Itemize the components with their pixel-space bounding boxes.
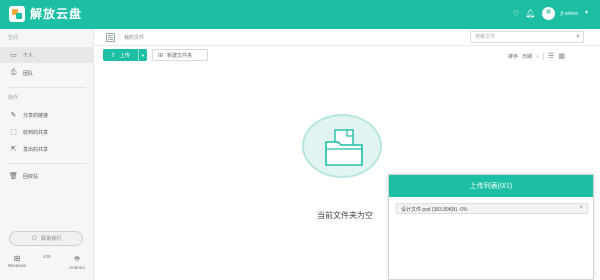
chevron-down-icon[interactable]: ▼ bbox=[584, 7, 589, 20]
folder-icon bbox=[325, 129, 363, 166]
contact-us-button[interactable]: 💬︎ 联系我们 bbox=[9, 231, 83, 246]
upload-list-title[interactable]: 上传列表(0/1) bbox=[389, 175, 593, 197]
sidebar: 空间 ▭ 个人 ⎙ 团队 操作 ✎ 分享的链接 ⬚ 收到的共享 ⇱ 发出的共享 … bbox=[0, 29, 94, 280]
sidebar-item-received-shares[interactable]: ⬚ 收到的共享 bbox=[0, 124, 94, 140]
sort-controls: 排序 日期 ↓ ☰ ▦ bbox=[508, 52, 565, 60]
upload-item-name: 设计文件.psd (383.89KB) -0% bbox=[401, 207, 468, 213]
sidebar-item-sent-shares[interactable]: ⇱ 发出的共享 bbox=[0, 141, 94, 157]
windows-icon: ⊞ bbox=[13, 254, 21, 263]
divider bbox=[7, 163, 87, 164]
print-icon: ⎙ bbox=[10, 69, 17, 76]
document-icon: ▭ bbox=[10, 52, 17, 59]
sidebar-item-recycle-bin[interactable]: 🗑︎ 回收站 bbox=[0, 168, 94, 184]
platform-android[interactable]: 🤖︎ Android bbox=[64, 254, 90, 271]
sidebar-item-label: 分享的链接 bbox=[23, 112, 49, 119]
folder-plus-icon: ⊞ bbox=[158, 52, 164, 59]
toolbar: ⇧ 上传 ▼ ⊞ 新建文件夹 排序 日期 ↓ ☰ ▦ bbox=[94, 46, 600, 64]
top-actions: ♡ 🔔︎ jf-online ▼ bbox=[512, 7, 589, 20]
platform-label: Windows bbox=[7, 263, 27, 268]
divider bbox=[7, 87, 87, 88]
sidebar-item-shared-links[interactable]: ✎ 分享的链接 bbox=[0, 107, 94, 123]
upload-dropdown-toggle[interactable]: ▼ bbox=[138, 49, 147, 61]
sidebar-item-personal[interactable]: ▭ 个人 bbox=[0, 47, 94, 63]
upload-list-panel: 上传列表(0/1) 设计文件.psd (383.89KB) -0% × bbox=[388, 174, 594, 280]
platform-label: Android bbox=[69, 265, 85, 270]
inbox-icon: ⬚ bbox=[10, 129, 17, 136]
platform-downloads: ⊞ Windows iOS 🤖︎ Android bbox=[4, 254, 90, 271]
list-view-toggle-icon[interactable]: ☰ bbox=[548, 52, 554, 60]
sidebar-item-label: 个人 bbox=[23, 52, 34, 59]
sidebar-item-team[interactable]: ⎙ 团队 bbox=[0, 65, 94, 81]
upload-icon: ⇧ bbox=[111, 52, 117, 59]
top-bar: 解放云盘 ♡ 🔔︎ jf-online ▼ bbox=[0, 0, 600, 29]
breadcrumb[interactable]: 我的文件 bbox=[124, 34, 144, 41]
heart-icon[interactable]: ♡ bbox=[512, 7, 519, 20]
empty-folder-illustration bbox=[302, 114, 382, 178]
trash-icon: 🗑︎ bbox=[9, 173, 18, 180]
pencil-icon: ✎ bbox=[10, 112, 17, 119]
close-icon[interactable]: × bbox=[579, 205, 583, 211]
platform-windows[interactable]: ⊞ Windows bbox=[4, 254, 30, 271]
upload-button[interactable]: ⇧ 上传 ▼ bbox=[103, 49, 147, 61]
new-folder-button[interactable]: ⊞ 新建文件夹 bbox=[152, 49, 208, 61]
grid-view-toggle-icon[interactable]: ▦ bbox=[558, 52, 565, 60]
sort-label: 排序 bbox=[508, 53, 519, 60]
search-icon[interactable]: ⌕ bbox=[576, 33, 580, 41]
sidebar-item-label: 团队 bbox=[23, 70, 34, 77]
contact-us-label: 联系我们 bbox=[41, 236, 62, 242]
list-view-icon[interactable] bbox=[106, 33, 115, 42]
search-box: ⌕ bbox=[470, 31, 584, 43]
username[interactable]: jf-online bbox=[561, 11, 579, 17]
platform-label: iOS bbox=[43, 254, 51, 259]
app-name: 解放云盘 bbox=[30, 7, 83, 21]
sort-field-dropdown[interactable]: 日期 bbox=[522, 53, 532, 60]
divider bbox=[543, 52, 545, 60]
sort-direction-icon[interactable]: ↓ bbox=[536, 53, 539, 59]
sidebar-item-label: 收到的共享 bbox=[23, 129, 49, 136]
upload-item: 设计文件.psd (383.89KB) -0% × bbox=[396, 203, 588, 214]
new-folder-label: 新建文件夹 bbox=[167, 52, 193, 59]
logo-icon bbox=[9, 5, 25, 22]
empty-state-text: 当前文件夹为空 bbox=[317, 211, 373, 220]
sidebar-item-label: 回收站 bbox=[23, 173, 39, 180]
android-icon: 🤖︎ bbox=[74, 254, 80, 263]
section-title-space: 空间 bbox=[8, 35, 19, 41]
breadcrumb-bar: 我的文件 ⌕ bbox=[94, 29, 600, 46]
app-logo[interactable]: 解放云盘 bbox=[9, 5, 82, 22]
search-input[interactable] bbox=[471, 32, 571, 42]
platform-ios[interactable]: iOS bbox=[34, 254, 60, 271]
avatar[interactable] bbox=[541, 7, 555, 20]
upload-label: 上传 bbox=[120, 52, 131, 59]
chat-icon: 💬︎ bbox=[30, 236, 39, 242]
section-title-actions: 操作 bbox=[8, 95, 19, 101]
bell-icon[interactable]: 🔔︎ bbox=[525, 7, 535, 20]
outbox-icon: ⇱ bbox=[10, 146, 17, 153]
sidebar-item-label: 发出的共享 bbox=[23, 146, 49, 153]
